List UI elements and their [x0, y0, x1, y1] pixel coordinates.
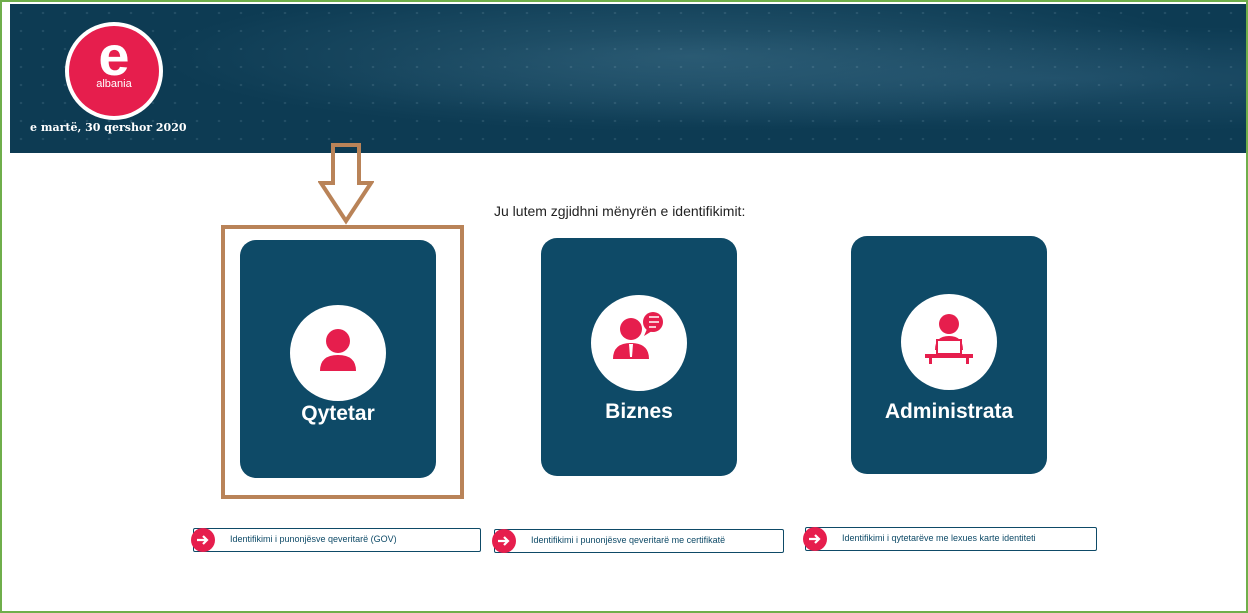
down-arrow-annotation-icon	[318, 143, 374, 225]
gov-employee-login-button[interactable]: Identifikimi i punonjësve qeveritarë (GO…	[191, 528, 481, 552]
business-icon	[591, 295, 687, 391]
administration-icon	[901, 294, 997, 390]
card-label-qytetar: Qytetar	[301, 402, 375, 425]
login-arrow-icon	[492, 529, 516, 553]
logo-letter: e	[98, 24, 130, 87]
login-arrow-icon	[803, 527, 827, 551]
card-administrata[interactable]: Administrata	[851, 236, 1047, 474]
logo-subtitle: albania	[96, 78, 132, 90]
header-background-pattern	[10, 4, 1246, 153]
e-albania-logo[interactable]: e albania	[65, 22, 163, 120]
card-qytetar[interactable]: Qytetar	[240, 240, 436, 478]
certificate-login-button[interactable]: Identifikimi i punonjësve qeveritarë me …	[492, 529, 784, 553]
card-label-administrata: Administrata	[884, 400, 1014, 423]
login-button-label: Identifikimi i punonjësve qeveritarë (GO…	[230, 534, 397, 544]
id-card-reader-login-button[interactable]: Identifikimi i qytetarëve me lexues kart…	[803, 527, 1097, 551]
card-biznes[interactable]: Biznes	[541, 238, 737, 476]
citizen-icon	[290, 305, 386, 401]
identification-prompt: Ju lutem zgjidhni mënyrën e identifikimi…	[494, 203, 746, 219]
card-label-biznes: Biznes	[605, 400, 673, 423]
current-date: e martë, 30 qershor 2020	[30, 121, 187, 134]
login-arrow-icon	[191, 528, 215, 552]
logo-badge: e albania	[69, 26, 159, 116]
login-button-label: Identifikimi i qytetarëve me lexues kart…	[842, 533, 1036, 543]
login-button-label: Identifikimi i punonjësve qeveritarë me …	[531, 535, 726, 545]
header-banner: e albania e martë, 30 qershor 2020	[10, 4, 1246, 153]
